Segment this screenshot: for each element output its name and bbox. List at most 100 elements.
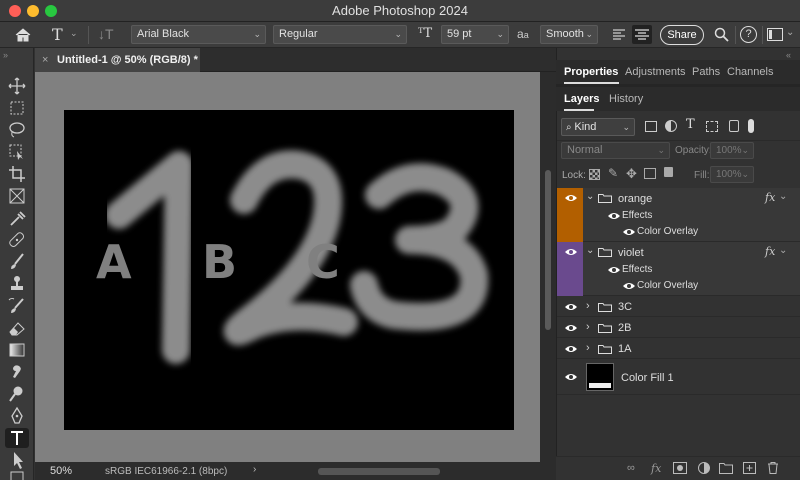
layer-row-1a[interactable] — [557, 338, 800, 359]
opacity-field[interactable]: 100% ⌄ — [710, 142, 754, 159]
path-selection-tool-icon[interactable] — [5, 450, 29, 470]
collapse-icon[interactable]: » — [3, 50, 8, 60]
tab-layers[interactable]: Layers — [564, 87, 599, 111]
effect-visibility-eye-icon[interactable] — [622, 281, 636, 291]
new-layer-icon[interactable] — [743, 462, 757, 474]
visibility-eye-icon[interactable] — [564, 372, 578, 382]
delete-layer-icon[interactable] — [766, 462, 780, 474]
document-canvas[interactable]: A B C — [64, 110, 514, 430]
chevron-right-icon[interactable]: › — [586, 321, 590, 333]
chevron-right-icon[interactable]: › — [586, 300, 590, 312]
layer-name[interactable]: violet — [618, 247, 644, 259]
zoom-level[interactable]: 50% — [50, 465, 72, 477]
search-icon[interactable] — [714, 27, 730, 43]
align-left-icon[interactable] — [612, 28, 626, 40]
lasso-tool-icon[interactable] — [5, 120, 29, 140]
close-tab-icon[interactable]: × — [42, 48, 48, 72]
filter-adjustment-icon[interactable] — [665, 120, 677, 132]
visibility-eye-icon[interactable] — [564, 193, 578, 203]
visibility-eye-icon[interactable] — [564, 302, 578, 312]
collapse-icon[interactable]: « — [786, 50, 791, 60]
share-button[interactable]: Share — [660, 25, 704, 45]
add-mask-icon[interactable] — [673, 462, 687, 474]
layer-row-3c[interactable] — [557, 296, 800, 317]
toggle-text-orientation-icon[interactable]: ↓T — [98, 26, 118, 44]
object-selection-tool-icon[interactable] — [5, 142, 29, 162]
rectangle-tool-icon[interactable] — [5, 470, 29, 480]
vertical-scroll-thumb[interactable] — [545, 170, 551, 330]
tab-history[interactable]: History — [609, 87, 643, 111]
color-profile[interactable]: sRGB IEC61966-2.1 (8bpc) — [105, 466, 227, 477]
font-family-select[interactable]: Arial Black ⌄ — [131, 25, 266, 44]
effects-visibility-eye-icon[interactable] — [607, 211, 621, 221]
add-style-icon[interactable]: fx — [651, 462, 665, 475]
chevron-down-icon[interactable]: ⌄ — [586, 245, 594, 256]
help-icon[interactable]: ? — [740, 26, 757, 43]
fx-icon[interactable]: fx — [765, 245, 775, 258]
filter-shape-icon[interactable] — [706, 121, 718, 132]
new-adjustment-icon[interactable] — [697, 462, 711, 474]
visibility-eye-icon[interactable] — [564, 247, 578, 257]
tab-channels[interactable]: Channels — [727, 60, 773, 84]
brush-tool-icon[interactable] — [5, 252, 29, 272]
pen-tool-icon[interactable] — [5, 406, 29, 426]
workspace-icon[interactable] — [767, 28, 783, 41]
filter-type-icon[interactable]: T — [686, 117, 695, 132]
lock-position-icon[interactable]: ✥ — [626, 166, 637, 182]
tab-adjustments[interactable]: Adjustments — [625, 60, 686, 84]
horizontal-scroll-thumb[interactable] — [318, 468, 440, 475]
effect-color-overlay[interactable]: Color Overlay — [637, 226, 698, 237]
fill-field[interactable]: 100% ⌄ — [710, 166, 754, 183]
move-tool-icon[interactable] — [5, 76, 29, 96]
effect-visibility-eye-icon[interactable] — [622, 227, 636, 237]
gradient-tool-icon[interactable] — [5, 340, 29, 360]
dodge-tool-icon[interactable] — [5, 384, 29, 404]
effects-visibility-eye-icon[interactable] — [607, 265, 621, 275]
lock-all-icon[interactable] — [664, 167, 673, 177]
chevron-down-icon[interactable]: ⌄ — [70, 28, 78, 39]
chevron-down-icon[interactable]: ⌄ — [779, 245, 787, 256]
lock-pixels-icon[interactable]: ✎ — [608, 166, 618, 180]
visibility-eye-icon[interactable] — [564, 323, 578, 333]
layer-name[interactable]: Color Fill 1 — [621, 372, 674, 384]
eyedropper-tool-icon[interactable] — [5, 208, 29, 228]
filter-pixel-icon[interactable] — [645, 121, 657, 132]
layer-name[interactable]: 2B — [618, 322, 631, 334]
layer-row-2b[interactable] — [557, 317, 800, 338]
filter-toggle-icon[interactable] — [748, 119, 754, 133]
chevron-down-icon[interactable]: ⌄ — [586, 191, 594, 202]
home-icon[interactable] — [14, 27, 32, 43]
healing-brush-tool-icon[interactable] — [5, 230, 29, 250]
chevron-right-icon[interactable]: › — [586, 342, 590, 354]
link-layers-icon[interactable]: ∞ — [627, 462, 641, 474]
blend-mode-select[interactable]: Normal ⌄ — [561, 142, 670, 159]
marquee-tool-icon[interactable] — [5, 98, 29, 118]
chevron-right-icon[interactable]: › — [253, 464, 256, 475]
history-brush-tool-icon[interactable] — [5, 296, 29, 316]
layer-filter-select[interactable]: ⌕ Kind ⌄ — [561, 118, 635, 136]
document-tab[interactable]: × Untitled-1 @ 50% (RGB/8) * — [35, 48, 200, 72]
tab-properties[interactable]: Properties — [564, 60, 618, 84]
crop-tool-icon[interactable] — [5, 164, 29, 184]
effect-color-overlay[interactable]: Color Overlay — [637, 280, 698, 291]
type-tool-icon[interactable]: T — [52, 25, 72, 45]
font-style-select[interactable]: Regular ⌄ — [273, 25, 407, 44]
layer-name[interactable]: 3C — [618, 301, 632, 313]
chevron-down-icon[interactable]: ⌄ — [779, 191, 787, 202]
chevron-down-icon[interactable]: ⌄ — [786, 27, 794, 38]
antialias-select[interactable]: Smooth ⌄ — [540, 25, 598, 44]
visibility-eye-icon[interactable] — [564, 344, 578, 354]
font-size-select[interactable]: 59 pt ⌄ — [441, 25, 509, 44]
lock-artboard-icon[interactable] — [644, 168, 656, 179]
lock-transparent-icon[interactable] — [589, 169, 600, 180]
align-center-icon[interactable] — [632, 25, 652, 44]
frame-tool-icon[interactable] — [5, 186, 29, 206]
layer-name[interactable]: 1A — [618, 343, 631, 355]
type-tool-icon[interactable] — [5, 428, 29, 448]
filter-smart-object-icon[interactable] — [729, 120, 739, 132]
new-group-icon[interactable] — [719, 462, 733, 474]
eraser-tool-icon[interactable] — [5, 318, 29, 338]
clone-stamp-tool-icon[interactable] — [5, 274, 29, 294]
layer-name[interactable]: orange — [618, 193, 652, 205]
tab-paths[interactable]: Paths — [692, 60, 720, 84]
